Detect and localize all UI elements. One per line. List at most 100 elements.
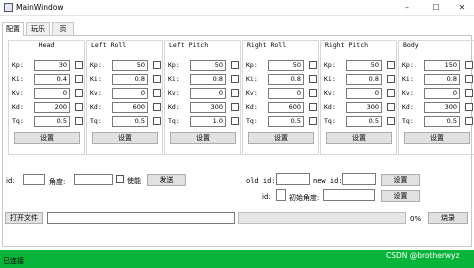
tab-page[interactable]: 页 [52, 22, 74, 35]
pid-param-input[interactable]: 200 [34, 102, 70, 113]
pid-param-checkbox[interactable] [153, 89, 161, 97]
file-path-input[interactable] [47, 212, 235, 224]
pid-param-checkbox[interactable] [153, 117, 161, 125]
progress-label: 0% [410, 215, 422, 223]
pid-param-input[interactable]: 600 [268, 102, 304, 113]
pid-param-checkbox[interactable] [231, 117, 239, 125]
pid-param-checkbox[interactable] [231, 89, 239, 97]
pid-param-input[interactable]: 30 [34, 60, 70, 71]
pid-param-input[interactable]: 300 [190, 102, 226, 113]
pid-param-checkbox[interactable] [75, 75, 83, 83]
pid-param-input[interactable]: 0 [424, 88, 460, 99]
pid-param-input[interactable]: 0 [34, 88, 70, 99]
pid-param-checkbox[interactable] [309, 117, 317, 125]
pid-param-input[interactable]: 600 [112, 102, 148, 113]
pid-group-title: Right Pitch [325, 41, 369, 49]
pid-param-checkbox[interactable] [387, 61, 395, 69]
pid-param-input[interactable]: 0.4 [34, 74, 70, 85]
pid-group-title: Left Pitch [169, 41, 209, 49]
burn-button[interactable]: 烧录 [428, 212, 468, 224]
pid-param-checkbox[interactable] [231, 61, 239, 69]
pid-param-label: Kv: [90, 89, 102, 97]
id-input[interactable] [23, 174, 45, 185]
enable-checkbox[interactable] [116, 175, 124, 183]
pid-param-checkbox[interactable] [387, 89, 395, 97]
pid-param-input[interactable]: 50 [112, 60, 148, 71]
set-id-button[interactable]: 设置 [381, 174, 420, 186]
pid-param-checkbox[interactable] [309, 103, 317, 111]
pid-param-label: Tq: [12, 117, 24, 125]
pid-param-input[interactable]: 0.5 [268, 116, 304, 127]
pid-param-input[interactable]: 150 [424, 60, 460, 71]
pid-param-input[interactable]: 0.8 [424, 74, 460, 85]
pid-param-checkbox[interactable] [153, 61, 161, 69]
pid-set-button[interactable]: 设置 [404, 132, 470, 144]
app-icon [4, 3, 13, 12]
pid-param-label: Kd: [402, 103, 414, 111]
pid-param-input[interactable]: 300 [424, 102, 460, 113]
pid-param-checkbox[interactable] [75, 61, 83, 69]
angle-input[interactable] [74, 174, 113, 185]
maximize-button[interactable]: ☐ [425, 2, 447, 14]
pid-param-checkbox[interactable] [465, 61, 473, 69]
pid-param-input[interactable]: 50 [268, 60, 304, 71]
pid-param-input[interactable]: 50 [346, 60, 382, 71]
pid-param-input[interactable]: 0.5 [34, 116, 70, 127]
pid-param-checkbox[interactable] [465, 117, 473, 125]
tab-config[interactable]: 配置 [2, 22, 24, 36]
pid-param-checkbox[interactable] [309, 89, 317, 97]
pid-param-checkbox[interactable] [465, 103, 473, 111]
minimize-button[interactable]: – [396, 2, 418, 14]
pid-set-button[interactable]: 设置 [92, 132, 158, 144]
pid-param-input[interactable]: 50 [190, 60, 226, 71]
pid-param-checkbox[interactable] [309, 75, 317, 83]
pid-param-checkbox[interactable] [75, 117, 83, 125]
pid-param-input[interactable]: 0 [190, 88, 226, 99]
tab-play[interactable]: 玩乐 [26, 22, 50, 35]
angle-label: 角度: [49, 178, 66, 186]
pid-group-title: Left Roll [91, 41, 127, 49]
pid-param-checkbox[interactable] [153, 75, 161, 83]
close-button[interactable]: ✕ [451, 2, 473, 14]
pid-param-checkbox[interactable] [465, 75, 473, 83]
new-id-label: new id: [313, 177, 343, 185]
pid-param-checkbox[interactable] [75, 103, 83, 111]
pid-param-checkbox[interactable] [387, 75, 395, 83]
pid-set-button[interactable]: 设置 [326, 132, 392, 144]
pid-param-checkbox[interactable] [387, 117, 395, 125]
old-id-input[interactable] [276, 173, 310, 185]
pid-param-checkbox[interactable] [309, 61, 317, 69]
pid-set-button[interactable]: 设置 [14, 132, 80, 144]
pid-param-label: Kp: [246, 61, 258, 69]
pid-param-checkbox[interactable] [75, 89, 83, 97]
pid-set-button[interactable]: 设置 [170, 132, 236, 144]
pid-param-input[interactable]: 300 [346, 102, 382, 113]
pid-param-input[interactable]: 0.5 [346, 116, 382, 127]
pid-param-input[interactable]: 0 [268, 88, 304, 99]
pid-param-input[interactable]: 0.8 [190, 74, 226, 85]
pid-param-checkbox[interactable] [231, 75, 239, 83]
pid-param-checkbox[interactable] [153, 103, 161, 111]
send-button[interactable]: 发送 [147, 174, 186, 186]
init-angle-label: 初始角度: [289, 194, 320, 202]
pid-param-input[interactable]: 0.5 [424, 116, 460, 127]
new-id-input[interactable] [342, 173, 376, 185]
id2-input[interactable] [276, 189, 286, 201]
pid-param-input[interactable]: 0 [112, 88, 148, 99]
pid-param-input[interactable]: 0 [346, 88, 382, 99]
set-init-angle-button[interactable]: 设置 [381, 190, 420, 202]
pid-param-input[interactable]: 0.8 [268, 74, 304, 85]
pid-param-input[interactable]: 0.8 [112, 74, 148, 85]
pid-param-input[interactable]: 0.5 [112, 116, 148, 127]
pid-param-checkbox[interactable] [465, 89, 473, 97]
pid-set-button[interactable]: 设置 [248, 132, 314, 144]
pid-param-label: Kd: [168, 103, 180, 111]
init-angle-input[interactable] [323, 189, 375, 201]
open-file-button[interactable]: 打开文件 [5, 212, 43, 224]
pid-param-label: Kv: [12, 89, 24, 97]
pid-param-checkbox[interactable] [231, 103, 239, 111]
pid-param-input[interactable]: 1.0 [190, 116, 226, 127]
pid-param-input[interactable]: 0.8 [346, 74, 382, 85]
pid-param-label: Ki: [12, 75, 24, 83]
pid-param-checkbox[interactable] [387, 103, 395, 111]
